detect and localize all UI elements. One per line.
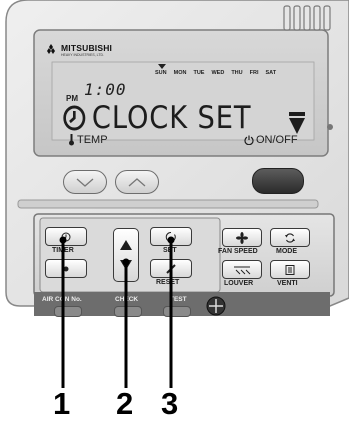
clock-icon [63, 105, 86, 131]
brand-name: MITSUBISHI [61, 43, 113, 53]
mode-label: MODE [276, 248, 297, 255]
air-con-no-label: AIR CON No. [42, 296, 82, 303]
up-down-rocker[interactable] [113, 228, 139, 282]
remote-controller: MITSUBISHI HEAVY INDUSTRIES, LTD. SUN MO… [0, 0, 349, 360]
day-indicator-icon [158, 64, 166, 69]
chevron-up-icon [128, 178, 146, 187]
rotate-icon [165, 231, 176, 242]
up-down-arrows-icon [120, 240, 132, 270]
timer-lower-button[interactable] [45, 259, 87, 278]
chevron-down-icon [76, 178, 94, 187]
mode-button[interactable] [270, 228, 310, 247]
slash-icon [166, 263, 176, 274]
temp-down-button[interactable] [63, 170, 107, 194]
fan-speed-label: FAN SPEED [218, 248, 258, 255]
day-sun: SUN [155, 70, 167, 76]
brand-logo: MITSUBISHI HEAVY INDUSTRIES, LTD. [44, 44, 112, 57]
callout-number-1: 1 [53, 386, 71, 421]
down-arrow-indicator-icon [289, 112, 305, 134]
power-icon [244, 135, 254, 145]
onoff-text: ON/OFF [256, 134, 298, 146]
venti-button[interactable] [270, 260, 310, 279]
callout-number-2: 2 [116, 386, 134, 421]
on-off-button[interactable] [252, 168, 304, 194]
brand-subtitle: HEAVY INDUSTRIES, LTD. [61, 52, 104, 57]
day-tue: TUE [193, 70, 205, 76]
display-main: CLOCK SET [62, 100, 251, 136]
day-thu: THU [231, 70, 243, 76]
onoff-label: ON/OFF [244, 134, 298, 146]
mitsubishi-diamonds-icon [47, 44, 55, 54]
fan-speed-button[interactable] [222, 228, 262, 247]
set-button[interactable] [150, 227, 192, 246]
temp-up-button[interactable] [115, 170, 159, 194]
thermometer-icon [69, 134, 74, 146]
check-label: CHECK [115, 296, 139, 303]
check-button[interactable] [114, 306, 142, 317]
louver-button[interactable] [222, 260, 262, 279]
display-mode-text: CLOCK SET [91, 100, 252, 136]
reset-button[interactable] [150, 259, 192, 278]
day-fri: FRI [249, 70, 259, 76]
clock-icon [61, 232, 71, 241]
test-button[interactable] [163, 306, 191, 317]
timer-label: TIMER [52, 247, 74, 254]
air-con-no-button[interactable] [54, 306, 82, 317]
set-label: SET [163, 247, 177, 254]
louver-label: LOUVER [224, 280, 254, 287]
fan-icon [236, 231, 248, 244]
venti-label: VENTI [277, 280, 298, 287]
temp-text: TEMP [77, 134, 108, 146]
day-sat: SAT [265, 70, 277, 76]
day-wed: WED [211, 70, 225, 76]
dot-icon [63, 266, 69, 271]
reset-label: RESET [156, 279, 180, 286]
callout-number-3: 3 [161, 386, 179, 421]
timer-button[interactable] [45, 227, 87, 246]
mode-cycle-icon [285, 232, 295, 243]
ventilation-icon [285, 264, 295, 275]
day-mon: MON [173, 70, 187, 76]
test-label: TEST [170, 296, 187, 303]
temp-label: TEMP [68, 134, 108, 146]
louver-icon [234, 266, 251, 274]
weekday-row: SUN MON TUE WED THU FRI SAT [155, 70, 276, 76]
clock-time: 1:00 [84, 80, 127, 99]
